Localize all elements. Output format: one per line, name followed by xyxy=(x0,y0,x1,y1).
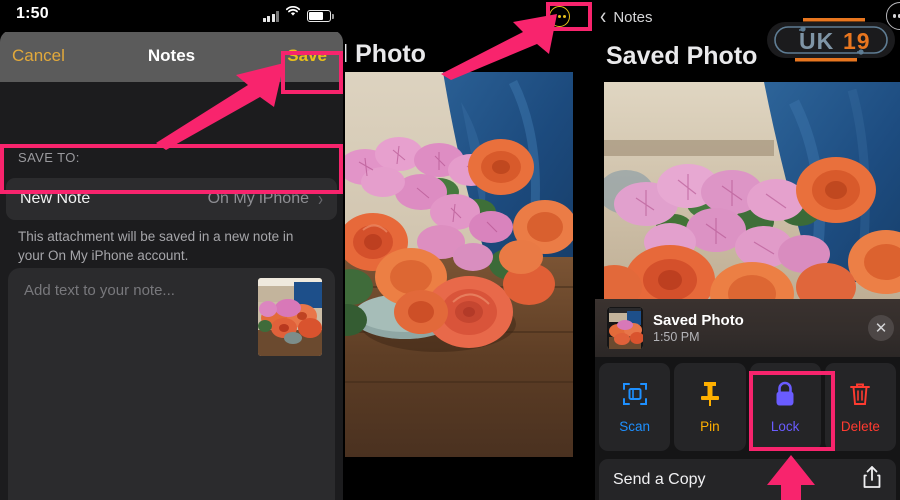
save-button[interactable]: Save xyxy=(283,44,331,68)
site-watermark-logo: UK 19 xyxy=(765,16,897,64)
destination-row-right: On My iPhone › xyxy=(207,187,323,211)
panel-divider-2 xyxy=(593,0,595,500)
cancel-button[interactable]: Cancel xyxy=(12,46,65,66)
trash-icon xyxy=(848,381,872,412)
screenshot-root: 1:50 Cancel Notes Save SAVE TO: New Note… xyxy=(0,0,900,500)
scan-document-icon xyxy=(622,381,648,412)
action-sheet-header: Saved Photo 1:50 PM ✕ xyxy=(595,299,900,357)
share-sheet-card: Cancel Notes Save SAVE TO: New Note On M… xyxy=(0,30,343,500)
status-bar: 1:50 xyxy=(0,0,343,32)
lock-action-label: Lock xyxy=(770,419,800,434)
pin-action-button[interactable]: Pin xyxy=(674,363,746,451)
note-attachment-thumbnail[interactable] xyxy=(258,278,322,356)
destination-row-value: On My iPhone xyxy=(207,190,309,207)
cellular-signal-icon xyxy=(262,11,279,22)
status-bar-time: 1:50 xyxy=(16,5,49,22)
pin-action-label: Pin xyxy=(700,418,720,434)
more-options-icon xyxy=(549,6,570,27)
wifi-icon xyxy=(285,4,301,22)
page-title: Saved Photo xyxy=(606,42,758,70)
chevron-right-icon: › xyxy=(318,187,323,211)
chevron-left-icon: ‹ xyxy=(600,3,607,30)
note-action-sheet: Saved Photo 1:50 PM ✕ Scan Pin Lock Dele… xyxy=(595,299,900,500)
mid-photo-attachment[interactable] xyxy=(343,72,573,457)
save-to-label: SAVE TO: xyxy=(18,150,80,165)
attachment-description: This attachment will be saved in a new n… xyxy=(18,229,294,263)
status-bar-icons xyxy=(262,5,334,22)
close-icon[interactable]: ✕ xyxy=(868,315,894,341)
back-to-notes-button[interactable]: ‹ Notes xyxy=(600,3,653,30)
delete-action-label: Delete xyxy=(840,418,880,434)
battery-icon xyxy=(307,10,334,22)
action-sheet-meta: Saved Photo 1:50 PM xyxy=(653,312,744,345)
lock-icon xyxy=(773,380,797,412)
photo-attachment[interactable] xyxy=(604,82,900,300)
panel-divider-1 xyxy=(343,0,345,500)
mid-page-title: ed Photo xyxy=(343,40,426,68)
destination-row-title: New Note xyxy=(20,190,91,207)
panel-note-detail-partial: ed Photo xyxy=(343,0,595,500)
panel-note-detail-action-sheet: ‹ Notes Saved Photo UK 19 Saved Photo 1:… xyxy=(595,0,900,500)
action-sheet-item-title: Saved Photo xyxy=(653,311,744,329)
svg-text:UK: UK xyxy=(799,28,834,54)
mid-more-button[interactable] xyxy=(544,3,579,29)
action-sheet-item-time: 1:50 PM xyxy=(653,329,700,344)
scan-action-label: Scan xyxy=(619,418,651,434)
pin-icon xyxy=(698,381,722,412)
share-icon xyxy=(862,465,882,494)
delete-action-button[interactable]: Delete xyxy=(824,363,896,451)
note-text-input[interactable]: Add text to your note... xyxy=(8,268,335,500)
share-sheet-navbar: Cancel Notes Save xyxy=(0,30,343,82)
svg-text:19: 19 xyxy=(843,28,871,54)
note-text-placeholder: Add text to your note... xyxy=(24,282,175,299)
destination-row-new-note[interactable]: New Note On My iPhone › xyxy=(6,178,337,220)
send-a-copy-row[interactable]: Send a Copy xyxy=(599,459,896,500)
action-sheet-thumbnail xyxy=(607,307,643,349)
back-button-label: Notes xyxy=(613,8,653,26)
scan-action-button[interactable]: Scan xyxy=(599,363,671,451)
panel-notes-share-sheet: 1:50 Cancel Notes Save SAVE TO: New Note… xyxy=(0,0,343,500)
action-sheet-actions: Scan Pin Lock Delete xyxy=(595,363,900,451)
lock-action-button[interactable]: Lock xyxy=(749,363,821,451)
send-a-copy-label: Send a Copy xyxy=(613,470,706,488)
